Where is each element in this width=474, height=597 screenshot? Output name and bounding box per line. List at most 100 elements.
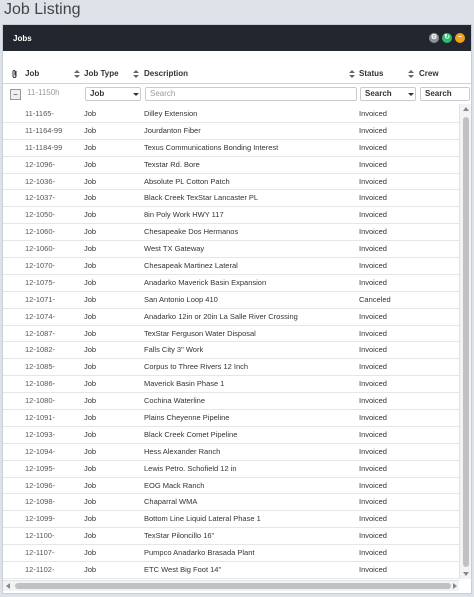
- status-cell: Invoiced: [359, 210, 387, 220]
- job-number-cell: 11-1165-: [25, 109, 54, 118]
- description-cell: 8in Poly Work HWY 117: [144, 210, 224, 220]
- table-row[interactable]: 12-1102- Job ETC West Big Foot 14" Invoiced: [3, 562, 459, 579]
- paperclip-icon[interactable]: [11, 69, 18, 79]
- status-cell: Invoiced: [359, 565, 387, 575]
- description-cell: Texstar Rd. Bore: [144, 159, 200, 169]
- crew-filter-input[interactable]: Search: [420, 87, 470, 101]
- table-row[interactable]: 12-1070- Job Chesapeak Martinez Lateral Inv…: [3, 258, 459, 275]
- table-row[interactable]: 12-1075- Job Anadarko Maverick Basin Expan…: [3, 275, 459, 292]
- jobs-panel: Jobs ⚙ ↻ − Job Job Type Description Status…: [2, 24, 472, 594]
- description-cell: Dilley Extension: [144, 109, 198, 118]
- description-cell: Texus Communications Bonding Interest: [144, 142, 279, 152]
- column-header-status[interactable]: Status: [359, 65, 383, 83]
- description-cell: West TX Gateway: [144, 244, 205, 254]
- table-row[interactable]: 12-1080- Job Cochina Waterline Invoiced: [3, 393, 459, 411]
- table-row[interactable]: 12-1096- Job EOG Mack Ranch Invoiced: [3, 478, 459, 495]
- refresh-icon[interactable]: ↻: [442, 33, 452, 43]
- job-type-cell: Job: [84, 159, 97, 169]
- table-row[interactable]: 12-1107- Job Pumpco Anadarko Brasada Plant…: [3, 545, 459, 563]
- table-row[interactable]: 12-1060- Job West TX Gateway Invoiced: [3, 241, 459, 259]
- table-row[interactable]: 12-1096- Job Texstar Rd. Bore Invoiced: [3, 157, 459, 174]
- scroll-up-icon[interactable]: [463, 107, 469, 111]
- vertical-scroll-thumb[interactable]: [463, 117, 469, 567]
- table-row[interactable]: 12-1085- Job Corpus to Three Rivers 12 Inc…: [3, 359, 459, 377]
- table-row[interactable]: 12-1071- Job San Antonio Loop 410 Canceled: [3, 292, 459, 309]
- status-cell: Invoiced: [359, 311, 387, 321]
- collapse-filter-button[interactable]: −: [10, 89, 21, 100]
- table-row[interactable]: 12-1091- Job Plains Cheyenne Pipeline Invoi…: [3, 410, 459, 427]
- description-cell: Anadarko 12in or 20in La Salle River Cro…: [144, 311, 298, 321]
- job-number-cell: 12-1080-: [25, 396, 56, 406]
- status-cell: Invoiced: [359, 429, 387, 439]
- status-cell: Invoiced: [359, 193, 387, 203]
- panel-header-buttons: ⚙ ↻ −: [429, 33, 471, 43]
- table-row[interactable]: 12-1100- Job TexStar Piloncillo 16" Invoice…: [3, 528, 459, 546]
- job-type-cell: Job: [84, 413, 97, 423]
- sort-status-icon[interactable]: [408, 65, 414, 83]
- status-cell: Invoiced: [359, 413, 387, 423]
- scroll-down-icon[interactable]: [463, 572, 469, 576]
- description-cell: TexStar Piloncillo 16": [144, 531, 215, 541]
- description-cell: Bottom Line Liquid Lateral Phase 1: [144, 514, 261, 524]
- description-cell: TexStar Ferguson Water Disposal: [144, 328, 256, 338]
- job-number-cell: 12-1060-: [25, 244, 56, 254]
- job-number-cell: 12-1050-: [25, 210, 56, 220]
- job-type-cell: Job: [84, 497, 97, 507]
- status-cell: Invoiced: [359, 261, 387, 271]
- table-row[interactable]: 12-1087- Job TexStar Ferguson Water Dispos…: [3, 326, 459, 343]
- table-row[interactable]: 11-1164-99 Job Jourdanton Fiber Invoiced: [3, 123, 459, 140]
- job-type-cell: Job: [84, 193, 97, 203]
- table-row[interactable]: 12-1082- Job Falls City 3" Work Invoiced: [3, 342, 459, 360]
- job-number-cell: 12-1082-: [25, 345, 56, 355]
- status-cell: Invoiced: [359, 328, 387, 338]
- sort-job-icon[interactable]: [74, 65, 80, 83]
- table-row[interactable]: 12-1086- Job Maverick Basin Phase 1 Invoice…: [3, 376, 459, 394]
- table-row[interactable]: 12-1050- Job 8in Poly Work HWY 117 Invoiced: [3, 207, 459, 225]
- table-row[interactable]: 12-1060- Job Chesapeake Dos Hermanos Invoic…: [3, 224, 459, 242]
- sort-job-type-icon[interactable]: [133, 65, 139, 83]
- job-number-cell: 12-1036-: [25, 176, 56, 186]
- job-number-cell: 11-1164-99: [25, 125, 63, 135]
- description-cell: Cochina Waterline: [144, 396, 205, 406]
- column-header-job[interactable]: Job: [25, 65, 39, 83]
- sort-description-icon[interactable]: [349, 65, 355, 83]
- job-type-cell: Job: [84, 125, 97, 135]
- scroll-right-icon[interactable]: [453, 583, 457, 589]
- description-cell: Chesapeake Dos Hermanos: [144, 227, 239, 237]
- column-header-job-type[interactable]: Job Type: [84, 65, 119, 83]
- job-type-cell: Job: [84, 176, 97, 186]
- gear-icon[interactable]: ⚙: [429, 33, 439, 43]
- description-cell: Jourdanton Fiber: [144, 125, 201, 135]
- description-cell: Plains Cheyenne Pipeline: [144, 413, 230, 423]
- table-row[interactable]: 11-1184-99 Job Texus Communications Bondin…: [3, 140, 459, 157]
- table-row[interactable]: 11-1165- Job Dilley Extension Invoiced: [3, 106, 459, 123]
- status-cell: Invoiced: [359, 244, 387, 254]
- status-cell: Invoiced: [359, 159, 387, 169]
- horizontal-scrollbar[interactable]: [3, 580, 459, 591]
- table-row[interactable]: 12-1098- Job Chaparral WMA Invoiced: [3, 494, 459, 512]
- table-row[interactable]: 12-1036- Job Absolute PL Cotton Patch Invoi…: [3, 174, 459, 191]
- table-row[interactable]: 12-1095- Job Lewis Petro. Schofield 12 in I…: [3, 461, 459, 478]
- scroll-left-icon[interactable]: [6, 583, 10, 589]
- table-row[interactable]: 12-1094- Job Hess Alexander Ranch Invoiced: [3, 444, 459, 461]
- job-number-cell: 12-1093-: [25, 429, 56, 439]
- vertical-scrollbar[interactable]: [459, 104, 471, 579]
- description-cell: Black Creek TexStar Lancaster PL: [144, 193, 259, 203]
- horizontal-scroll-thumb[interactable]: [15, 583, 451, 589]
- job-number-cell: 12-1060-: [25, 227, 56, 237]
- column-header-crew[interactable]: Crew: [419, 65, 439, 83]
- chevron-down-icon: [133, 93, 139, 96]
- table-row[interactable]: 12-1074- Job Anadarko 12in or 20in La Sall…: [3, 309, 459, 326]
- status-cell: Invoiced: [359, 277, 387, 287]
- column-header-description[interactable]: Description: [144, 65, 188, 83]
- job-type-cell: Job: [84, 261, 97, 271]
- description-cell: Chaparral WMA: [144, 497, 198, 507]
- job-filter-input[interactable]: 11-1150h: [23, 87, 82, 101]
- description-filter-input[interactable]: Search: [145, 87, 357, 101]
- description-cell: Corpus to Three Rivers 12 Inch: [144, 362, 249, 372]
- table-row[interactable]: 12-1093- Job Black Creek Comet Pipeline Inv…: [3, 427, 459, 444]
- minus-icon[interactable]: −: [455, 33, 465, 43]
- table-row[interactable]: 12-1099- Job Bottom Line Liquid Lateral Ph…: [3, 511, 459, 529]
- description-cell: Falls City 3" Work: [144, 345, 204, 355]
- table-row[interactable]: 12-1037- Job Black Creek TexStar Lancaster…: [3, 190, 459, 208]
